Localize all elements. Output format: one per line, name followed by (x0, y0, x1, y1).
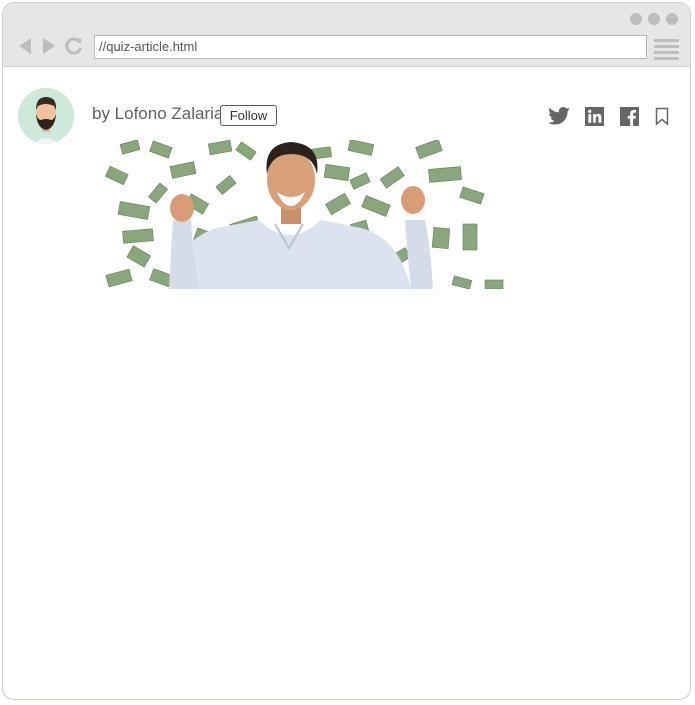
follow-button[interactable]: Follow (220, 105, 277, 126)
author-avatar[interactable] (18, 88, 74, 144)
window-control-dot[interactable] (630, 13, 642, 25)
window-control-dot[interactable] (648, 13, 660, 25)
facebook-icon[interactable] (620, 107, 639, 130)
hamburger-menu-icon[interactable] (654, 39, 679, 63)
linkedin-icon[interactable] (585, 107, 604, 130)
address-bar[interactable]: //quiz-article.html (94, 35, 647, 59)
bookmark-icon[interactable] (655, 107, 669, 130)
back-arrow-icon[interactable] (17, 37, 33, 55)
browser-toolbar: //quiz-article.html (3, 3, 690, 67)
twitter-icon[interactable] (548, 107, 570, 129)
forward-arrow-icon[interactable] (41, 37, 57, 55)
reload-icon[interactable] (65, 37, 83, 55)
hero-image (99, 140, 504, 289)
browser-window: //quiz-article.html by Lofono Zalaria Fo… (2, 2, 691, 700)
author-byline[interactable]: by Lofono Zalaria (92, 104, 223, 124)
window-control-dot[interactable] (666, 13, 678, 25)
nav-buttons (17, 37, 83, 55)
window-controls (630, 13, 678, 25)
